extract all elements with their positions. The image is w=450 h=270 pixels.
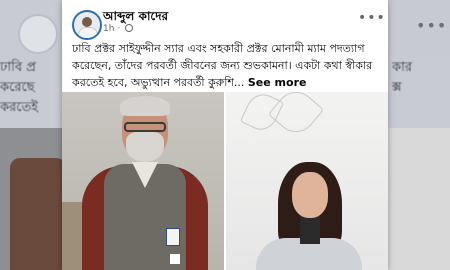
backdrop-photo-left (0, 128, 66, 270)
photo-man[interactable] (62, 92, 224, 270)
post-card: আব্দুল কাদের 1h · ••• ঢাবি প্রক্টর সাইফু… (62, 0, 388, 270)
photo-woman[interactable] (226, 92, 388, 270)
see-more-link[interactable]: See more (248, 76, 307, 89)
backdrop-photo-right (384, 128, 450, 270)
post-meta: 1h · (103, 24, 134, 34)
more-options-icon[interactable]: ••• (358, 10, 386, 26)
backdrop-text-left: ঢাবি প্র করেছে করতেই (0, 58, 70, 118)
backdrop-line: কার (392, 60, 413, 75)
backdrop-avatar (18, 14, 58, 54)
globe-icon (125, 24, 134, 32)
backdrop-more-icon: ••• (416, 16, 448, 35)
backdrop-line: ক্স (392, 80, 402, 95)
backdrop-line: করতেই (0, 100, 38, 115)
backdrop-line: করেছে (0, 80, 35, 95)
post-photos (62, 92, 388, 270)
post-header: আব্দুল কাদের 1h · ••• (62, 0, 388, 40)
post-body: ঢাবি প্রক্টর সাইফুদ্দীন স্যার এবং সহকারী… (72, 42, 373, 89)
author-avatar[interactable] (72, 10, 102, 40)
post-time[interactable]: 1h (103, 24, 114, 34)
backdrop-text-right: কার ক্স (392, 58, 450, 98)
post-text: ঢাবি প্রক্টর সাইফুদ্দীন স্যার এবং সহকারী… (72, 40, 384, 91)
backdrop-line: ঢাবি প্র (0, 60, 36, 75)
